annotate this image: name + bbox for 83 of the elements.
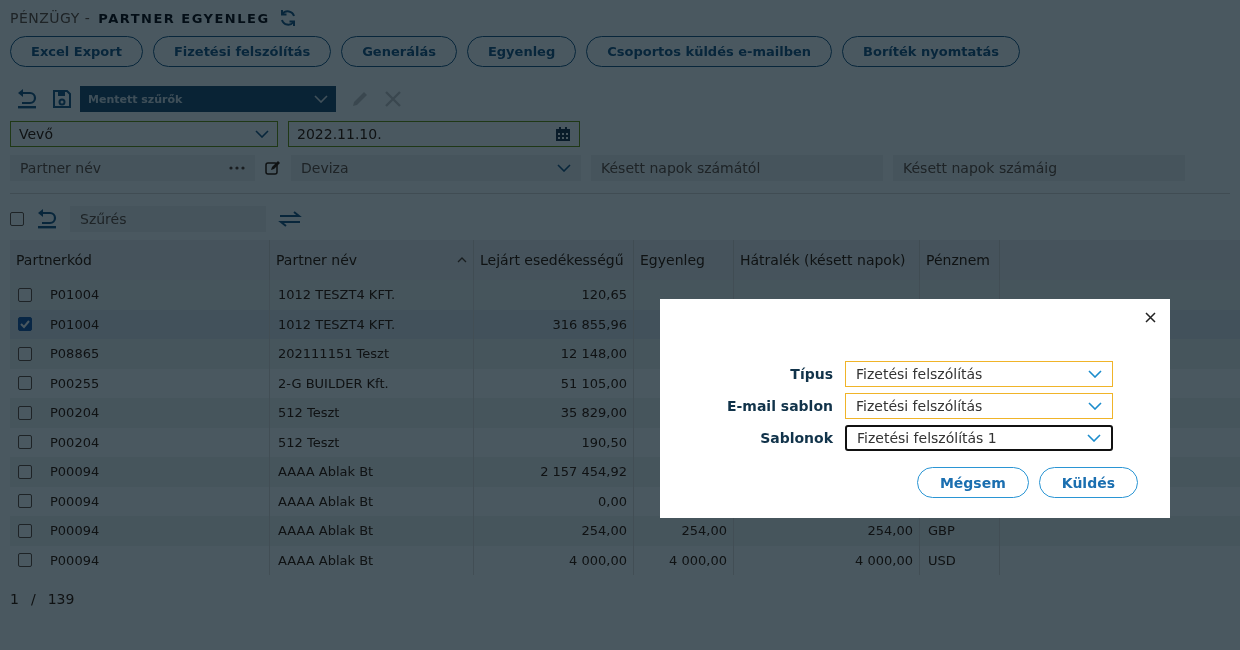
select-all-checkbox[interactable] <box>10 212 24 226</box>
table-cell: P00255 <box>50 375 100 391</box>
table-cell: P08865 <box>50 346 100 362</box>
table-cell: P01004 <box>50 287 100 303</box>
page-number: 1 <box>10 591 19 607</box>
reset-icon[interactable] <box>16 89 38 109</box>
table-cell: 12 148,00 <box>560 346 627 362</box>
table-cell: P01004 <box>50 316 100 332</box>
table-cell: P00094 <box>50 552 100 568</box>
table-cell: P00094 <box>50 493 100 509</box>
table-cell: 254,00 <box>867 523 913 539</box>
chevron-icon <box>557 164 571 172</box>
table-cell: AAAA Ablak Bt <box>278 523 374 539</box>
row-checkbox[interactable] <box>18 494 32 509</box>
chevron-icon <box>1088 370 1102 378</box>
table-cell: AAAA Ablak Bt <box>278 464 374 480</box>
row-checkbox[interactable] <box>18 287 32 302</box>
table-cell: 254,00 <box>681 523 727 539</box>
table-cell: 4 000,00 <box>669 552 727 568</box>
chevron-icon <box>1087 434 1101 442</box>
partner-type-select[interactable]: Vevő <box>10 121 278 147</box>
table-cell: 35 829,00 <box>560 405 627 421</box>
table-cell: P00204 <box>50 405 100 421</box>
table-cell: 1012 TESZT4 KFT. <box>278 287 396 303</box>
action-button[interactable]: Excel Export <box>10 36 143 67</box>
table-cell: 51 105,00 <box>560 375 627 391</box>
table-cell: P00094 <box>50 464 100 480</box>
row-checkbox[interactable] <box>18 317 32 332</box>
chevron-icon <box>314 95 328 103</box>
table-cell: 2-G BUILDER Kft. <box>278 375 389 391</box>
table-cell: 190,50 <box>581 434 627 450</box>
row-checkbox[interactable] <box>18 346 32 361</box>
table-cell: AAAA Ablak Bt <box>278 493 374 509</box>
swap-icon[interactable] <box>278 211 302 227</box>
table-cell: 0,00 <box>598 493 627 509</box>
page-separator: / <box>30 591 36 607</box>
table-cell: AAAA Ablak Bt <box>278 552 374 568</box>
row-checkbox[interactable] <box>18 435 32 450</box>
calendar-icon[interactable] <box>555 126 571 142</box>
table-cell: 254,00 <box>581 523 627 539</box>
table-cell: USD <box>928 552 956 568</box>
save-icon[interactable] <box>52 89 72 109</box>
table-cell: 316 855,96 <box>552 316 627 332</box>
more-icon[interactable] <box>229 166 245 170</box>
table-cell: 512 Teszt <box>278 434 340 450</box>
field-label: Sablonok <box>760 430 833 446</box>
chevron-icon <box>1088 402 1102 410</box>
table-cell: 120,65 <box>581 287 627 303</box>
table-cell: P00094 <box>50 523 100 539</box>
field-label: Típus <box>790 366 833 382</box>
table-cell: 2 157 454,92 <box>540 464 627 480</box>
table-cell: 4 000,00 <box>569 552 627 568</box>
row-checkbox[interactable] <box>18 523 32 538</box>
row-checkbox[interactable] <box>18 376 32 391</box>
dropdown[interactable]: Fizetési felszólítás <box>845 393 1113 419</box>
table-cell: 512 Teszt <box>278 405 340 421</box>
row-checkbox[interactable] <box>18 405 32 420</box>
dropdown[interactable]: Fizetési felszólítás 1 <box>845 425 1113 451</box>
dialog-button[interactable]: Küldés <box>1038 467 1138 498</box>
page-total: 139 <box>47 591 75 607</box>
action-button[interactable]: Csoportos küldés e-mailben <box>586 36 833 67</box>
reset-icon[interactable] <box>36 209 58 229</box>
action-button[interactable]: Boríték nyomtatás <box>842 36 1020 67</box>
date-field[interactable]: 2022.11.10. <box>288 121 580 147</box>
row-checkbox[interactable] <box>18 464 32 479</box>
close-icon[interactable] <box>1145 312 1156 323</box>
table-cell: 202111151 Teszt <box>278 346 389 362</box>
section-label: PÉNZÜGY - <box>10 10 91 26</box>
row-checkbox[interactable] <box>18 553 32 568</box>
table-cell: P00204 <box>50 434 100 450</box>
dropdown[interactable]: Fizetési felszólítás <box>845 361 1113 387</box>
sort-icon <box>457 257 467 263</box>
action-button[interactable]: Fizetési felszólítás <box>152 36 332 67</box>
table-cell: GBP <box>928 523 955 539</box>
action-button[interactable]: Egyenleg <box>466 36 577 67</box>
table-cell: 4 000,00 <box>855 552 913 568</box>
field-label: E-mail sablon <box>726 398 833 414</box>
edit-icon[interactable] <box>265 160 281 176</box>
dialog-button[interactable]: Mégsem <box>916 467 1029 498</box>
table-cell: 1012 TESZT4 KFT. <box>278 316 396 332</box>
action-button[interactable]: Generálás <box>341 36 457 67</box>
chevron-icon <box>255 130 269 138</box>
page-title: PARTNER EGYENLEG <box>98 10 270 26</box>
